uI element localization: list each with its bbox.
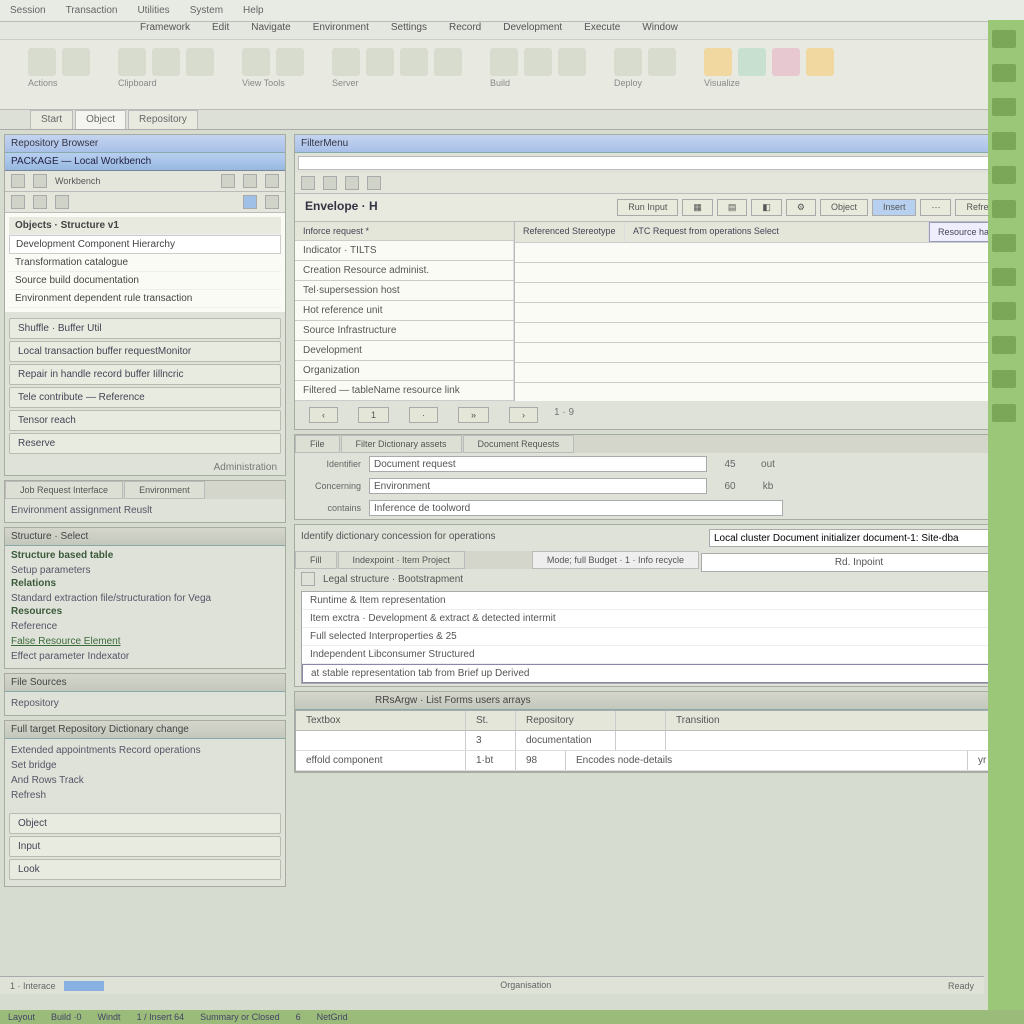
mid-form-panel: File Filter Dictionary assets Document R… <box>294 434 1020 520</box>
toolbar-icon[interactable] <box>11 174 25 188</box>
identifier-input[interactable]: Document request <box>369 456 707 472</box>
app-menubar: Session Transaction Utilities System Hel… <box>0 0 1024 22</box>
ribbon-icon[interactable] <box>28 48 56 76</box>
search-input[interactable] <box>709 529 989 547</box>
structure-select-panel: Structure · Select Structure based table… <box>4 527 286 669</box>
file-sources-panel: File Sources Repository <box>4 673 286 716</box>
tree-node[interactable]: Repair in handle record buffer Iillncric <box>9 364 281 385</box>
status-bar: 1 · Interace Organisation Ready <box>0 976 984 994</box>
dock-icon[interactable] <box>992 64 1016 82</box>
menu-system[interactable]: System <box>190 5 223 16</box>
menu-utilities[interactable]: Utilities <box>137 5 169 16</box>
main-editor-panel: FilterMenu Envelope · H Run Input ▦ ▤ ◧ … <box>294 134 1020 430</box>
tab-object[interactable]: Object <box>75 110 126 129</box>
search-panel: Identify dictionary concession for opera… <box>294 524 1020 687</box>
table-row[interactable]: 3 documentation <box>296 731 1018 751</box>
content-title: Envelope · H <box>305 199 378 216</box>
tree-group-header[interactable]: Objects · Structure v1 <box>9 217 281 235</box>
tree-item[interactable]: Development Component Hierarchy <box>9 235 281 254</box>
list-item[interactable]: Runtime & Item representation <box>302 592 1012 610</box>
aux-input[interactable] <box>795 459 1013 475</box>
dock-icon[interactable] <box>992 30 1016 48</box>
document-tabs: Start Object Repository <box>0 110 1024 130</box>
menu-help[interactable]: Help <box>243 5 264 16</box>
toolbar-icon[interactable] <box>33 174 47 188</box>
grid-cell[interactable]: Indicator · TILTS <box>295 241 514 260</box>
right-dock <box>988 20 1024 1010</box>
suggestion-list: Runtime & Item representation Item exctr… <box>301 591 1013 684</box>
dock-icon[interactable] <box>992 98 1016 116</box>
dock-icon[interactable] <box>992 404 1016 422</box>
tab-start[interactable]: Start <box>30 110 73 129</box>
insert-button[interactable]: Insert <box>872 199 917 216</box>
secondary-menubar: Framework Edit Navigate Environment Sett… <box>0 22 1024 40</box>
pager-prev[interactable]: ‹ <box>309 407 338 423</box>
run-button[interactable]: Run Input <box>617 199 678 216</box>
tree-node[interactable]: Shuffle · Buffer Util <box>9 318 281 339</box>
ribbon: Actions Clipboard View Tools Server Buil… <box>0 40 1024 110</box>
menu-transaction[interactable]: Transaction <box>66 5 118 16</box>
dock-icon[interactable] <box>992 132 1016 150</box>
tree-item[interactable]: Environment dependent rule transaction <box>9 290 281 308</box>
os-taskbar: Layout Build ·0 Windt 1 / Insert 64 Summ… <box>0 1010 1024 1024</box>
tree-node[interactable]: Tensor reach <box>9 410 281 431</box>
job-request-panel: Job Request Interface Environment Enviro… <box>4 480 286 523</box>
dock-icon[interactable] <box>992 336 1016 354</box>
progress-indicator <box>64 981 104 991</box>
panel-subtitle: PACKAGE — Local Workbench <box>5 153 285 171</box>
tree-node[interactable]: Reserve <box>9 433 281 454</box>
tab-job-request[interactable]: Job Request Interface <box>5 481 123 499</box>
menu-session[interactable]: Session <box>10 5 46 16</box>
dictionary-change-panel: Full target Repository Dictionary change… <box>4 720 286 887</box>
tree-node[interactable]: Tele contribute — Reference <box>9 387 281 408</box>
tree-item[interactable]: Source build documentation <box>9 272 281 290</box>
repository-browser-panel: Repository Browser PACKAGE — Local Workb… <box>4 134 286 476</box>
panel-title: Repository Browser <box>5 135 285 153</box>
dock-icon[interactable] <box>992 370 1016 388</box>
dock-icon[interactable] <box>992 200 1016 218</box>
tab-repo[interactable]: Repository <box>128 110 198 129</box>
results-panel: RRsArgw · List Forms users arrays Textbo… <box>294 691 1020 773</box>
tab-environment[interactable]: Environment <box>124 481 205 499</box>
dock-icon[interactable] <box>992 166 1016 184</box>
pager-next[interactable]: › <box>509 407 538 423</box>
tree-item[interactable]: Transformation catalogue <box>9 254 281 272</box>
table-row[interactable]: effold component 1·bt 98 Encodes node-de… <box>296 751 1018 771</box>
dock-icon[interactable] <box>992 302 1016 320</box>
tree-node[interactable]: Local transaction buffer requestMonitor <box>9 341 281 362</box>
inpoint-button[interactable]: Rd. Inpoint <box>701 553 1017 572</box>
dock-icon[interactable] <box>992 234 1016 252</box>
dock-icon[interactable] <box>992 268 1016 286</box>
address-input[interactable] <box>298 156 1016 170</box>
ribbon-icon[interactable] <box>62 48 90 76</box>
